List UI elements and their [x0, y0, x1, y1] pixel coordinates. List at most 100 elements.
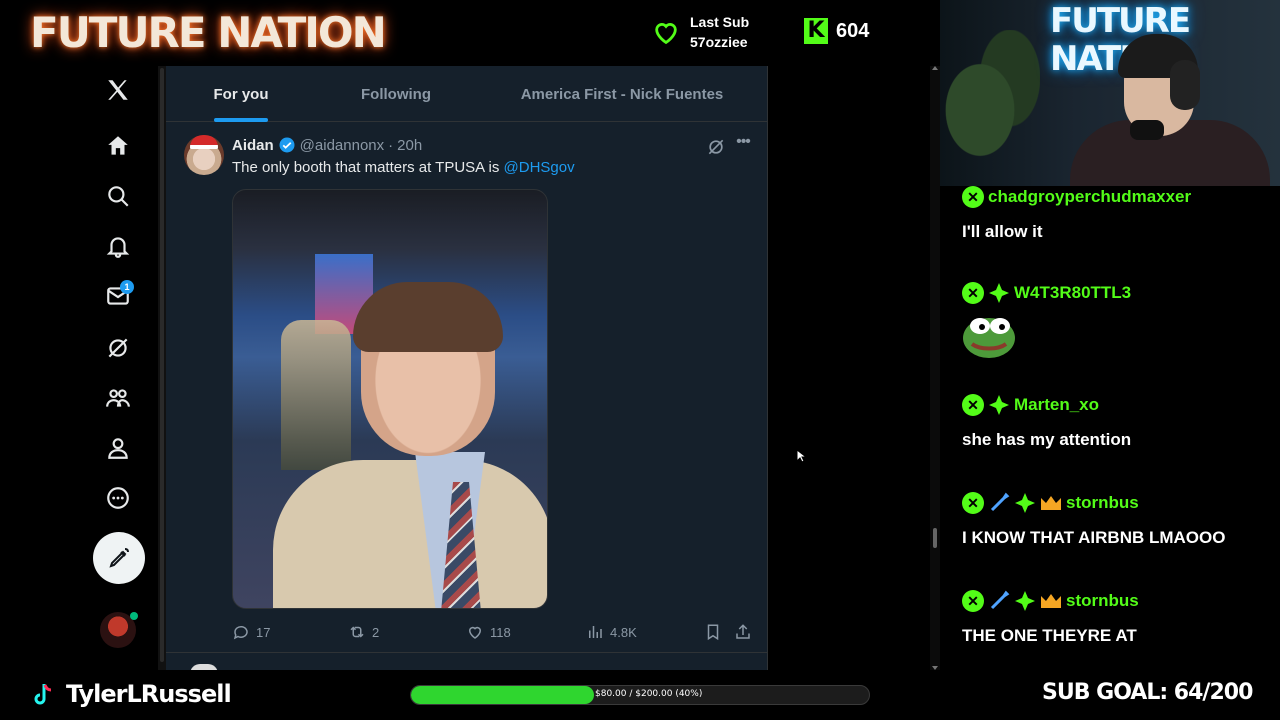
kick-logo-icon: K	[804, 18, 828, 44]
stream-top-bar: FUTURE NATION Last Sub 57ozziee K 604	[0, 0, 940, 66]
tweet-timestamp[interactable]: 20h	[397, 137, 422, 154]
search-icon[interactable]	[98, 176, 138, 216]
tab-following[interactable]: Following	[316, 66, 476, 122]
tweet-mention[interactable]: @DHSgov	[504, 159, 575, 176]
santa-hat-icon	[190, 135, 218, 149]
chat-message: ✕ Marten_xo she has my attention	[962, 394, 1131, 450]
timeline-tabs: For you Following America First - Nick F…	[166, 66, 767, 122]
kick-badge-icon: ✕	[962, 394, 984, 416]
tweet-author-handle[interactable]: @aidannonx	[300, 137, 384, 154]
messages-icon[interactable]: 1	[98, 276, 138, 316]
plant	[940, 30, 1040, 186]
home-icon[interactable]	[98, 126, 138, 166]
chat-username[interactable]: stornbus	[1066, 591, 1139, 611]
microphone-icon	[1130, 120, 1164, 140]
tweet-text: The only booth that matters at TPUSA is …	[232, 159, 575, 176]
chat-panel: ✕ chadgroyperchudmaxxer I'll allow it ✕ …	[940, 186, 1280, 670]
brand-logo: FUTURE NATION	[30, 8, 387, 57]
left-scrollbar[interactable]	[158, 66, 166, 670]
last-sub-user: 57ozziee	[690, 34, 748, 50]
bookmark-icon	[707, 624, 719, 641]
kick-badge-icon: ✕	[962, 492, 984, 514]
chat-message: ✕ W4T3R80TTL3	[962, 282, 1131, 363]
tab-for-you[interactable]: For you	[166, 66, 316, 122]
chat-username[interactable]: stornbus	[1066, 493, 1139, 513]
subscriber-badge-icon	[1015, 591, 1035, 611]
chat-message: ✕ stornbus THE ONE THEYRE AT	[962, 590, 1139, 646]
last-sub-widget: Last Sub 57ozziee	[652, 12, 749, 52]
streamer-name: TylerLRussell	[66, 680, 232, 708]
x-app: 1 For you Following America First - Nick…	[0, 66, 940, 670]
suit-jacket	[273, 460, 547, 608]
tab-america-first[interactable]: America First - Nick Fuentes	[476, 66, 767, 122]
kick-badge-icon: ✕	[962, 282, 984, 304]
sub-goal: SUB GOAL: 64/200	[1042, 680, 1253, 705]
online-status-dot	[130, 612, 138, 620]
tweet-author-name[interactable]: Aidan	[232, 137, 274, 154]
x-logo-icon[interactable]	[98, 70, 138, 110]
reply-button[interactable]: 17	[232, 623, 270, 641]
repost-button[interactable]: 2	[348, 623, 379, 641]
chat-username[interactable]: Marten_xo	[1014, 395, 1099, 415]
view-count: 4.8K	[610, 624, 637, 640]
tweet[interactable]: Aidan @aidannonx · 20h ••• The only boot…	[166, 123, 767, 653]
donation-goal-bar: $80.00 / $200.00 (40%)	[410, 685, 870, 705]
share-button[interactable]	[734, 623, 752, 641]
heart-icon	[655, 23, 677, 45]
like-count: 118	[490, 624, 511, 640]
tweet-actions: 17 2 118 4.8K	[232, 623, 752, 647]
page-scrollbar[interactable]	[930, 66, 940, 670]
last-sub-label: Last Sub	[690, 14, 750, 30]
webcam-feed: FUTURE NATION	[940, 0, 1280, 186]
viewer-count-widget: K 604	[804, 18, 869, 44]
account-avatar[interactable]	[100, 612, 138, 648]
chat-message: ✕ chadgroyperchudmaxxer I'll allow it	[962, 186, 1191, 242]
headphones-icon	[1170, 60, 1200, 110]
person-hair	[353, 282, 503, 352]
views-button[interactable]: 4.8K	[586, 623, 637, 641]
more-icon[interactable]	[98, 478, 138, 518]
subscriber-badge-icon	[989, 395, 1009, 415]
chat-username[interactable]: W4T3R80TTL3	[1014, 283, 1131, 303]
moderator-sword-icon	[990, 492, 1010, 512]
kick-badge-icon: ✕	[962, 186, 984, 208]
heart-icon	[468, 626, 482, 639]
chat-username-row: ✕ chadgroyperchudmaxxer	[962, 186, 1191, 208]
tweet-header: Aidan @aidannonx · 20h	[232, 136, 422, 154]
grok-icon[interactable]	[98, 328, 138, 368]
scroll-up-arrow-icon[interactable]	[932, 66, 938, 70]
chat-text: she has my attention	[962, 430, 1132, 449]
tweet-author-avatar[interactable]	[184, 135, 224, 175]
chat-username[interactable]: chadgroyperchudmaxxer	[988, 187, 1191, 207]
analytics-icon	[589, 626, 602, 638]
chat-username-row: ✕ W4T3R80TTL3	[962, 282, 1131, 304]
subscriber-badge-icon	[989, 283, 1009, 303]
next-tweet-preview[interactable]	[166, 654, 767, 670]
crown-icon	[1041, 496, 1061, 510]
repost-icon	[350, 626, 364, 638]
communities-icon[interactable]	[98, 378, 138, 418]
grok-icon[interactable]	[706, 137, 726, 157]
tweet-media-image[interactable]	[232, 189, 548, 609]
chat-username-row: ✕ Marten_xo	[962, 394, 1131, 416]
repost-count: 2	[372, 624, 380, 640]
like-button[interactable]: 118	[466, 623, 511, 641]
share-icon	[736, 624, 750, 639]
moderator-sword-icon	[990, 590, 1010, 610]
donation-goal-label: $80.00 / $200.00 (40%)	[595, 689, 703, 699]
bookmark-button[interactable]	[704, 623, 722, 641]
crown-icon	[1041, 594, 1061, 608]
left-scrollbar-thumb[interactable]	[160, 68, 164, 662]
more-options-icon[interactable]: •••	[733, 133, 753, 153]
tiktok-icon	[34, 684, 52, 705]
sidebar-nav: 1	[90, 66, 150, 670]
chat-text: I'll allow it	[962, 222, 1043, 241]
compose-post-button[interactable]	[93, 532, 145, 584]
tweet-body: The only booth that matters at TPUSA is	[232, 159, 504, 176]
profile-icon[interactable]	[98, 428, 138, 468]
timeline: For you Following America First - Nick F…	[166, 66, 768, 670]
pepe-emote-icon	[963, 318, 1015, 358]
page-scrollbar-thumb[interactable]	[933, 528, 937, 548]
chat-username-row: ✕ stornbus	[962, 590, 1139, 612]
notifications-icon[interactable]	[98, 226, 138, 266]
